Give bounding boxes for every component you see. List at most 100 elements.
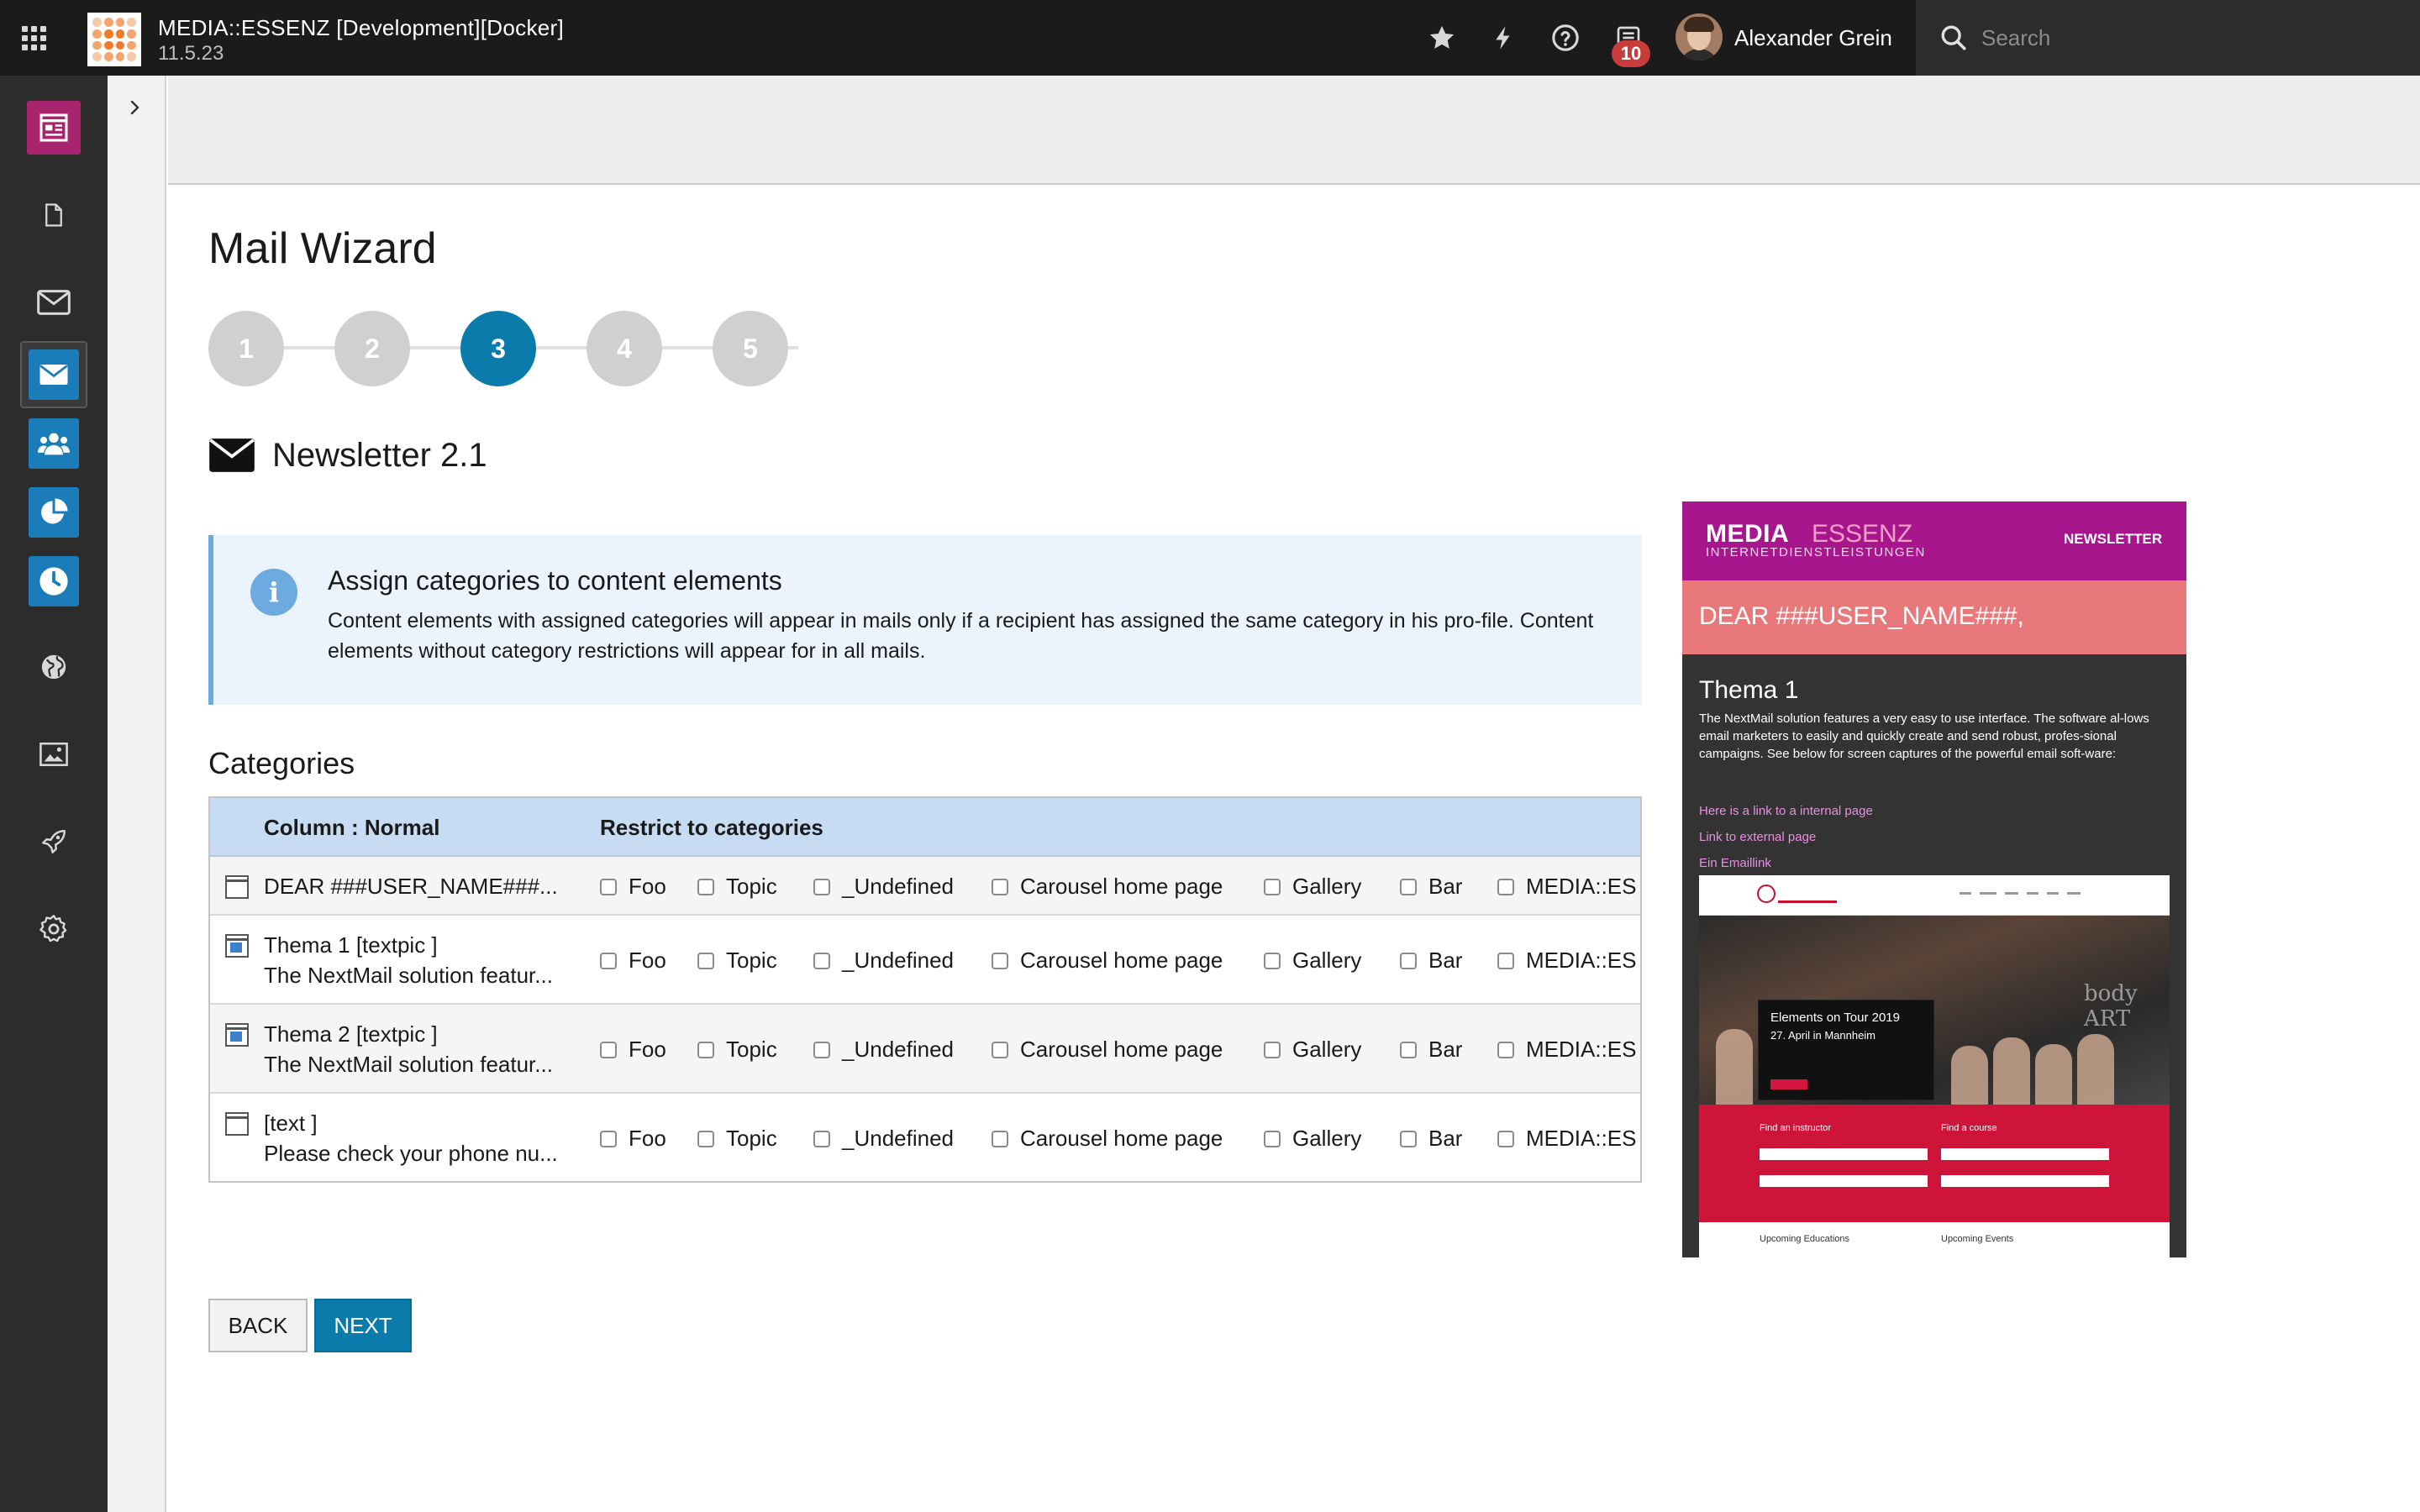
checkbox-carousel[interactable]: Carousel home page	[992, 948, 1223, 974]
checkbox[interactable]	[697, 1130, 714, 1147]
checkbox[interactable]	[600, 878, 617, 895]
module-queue[interactable]	[20, 548, 87, 615]
screenshot-find-course: Find a course	[1941, 1123, 1997, 1133]
checkbox-undefined[interactable]: _Undefined	[813, 1037, 954, 1063]
checkbox[interactable]	[1497, 952, 1514, 969]
checkbox-topic[interactable]: Topic	[697, 1037, 777, 1063]
checkbox[interactable]	[1400, 878, 1417, 895]
module-mail[interactable]	[20, 269, 87, 336]
checkbox[interactable]	[600, 1130, 617, 1147]
module-extensions[interactable]	[20, 808, 87, 875]
checkbox-media-essenz[interactable]: MEDIA::ES	[1497, 948, 1636, 974]
preview-brand-tagline: INTERNETDIENSTLEISTUNGEN	[1706, 545, 1926, 559]
module-statistics[interactable]	[20, 479, 87, 546]
module-sites[interactable]	[20, 633, 87, 701]
checkbox[interactable]	[1400, 1041, 1417, 1058]
checkbox[interactable]	[1264, 1130, 1281, 1147]
app-grid-icon[interactable]	[0, 0, 67, 76]
checkbox-gallery[interactable]: Gallery	[1264, 948, 1361, 974]
avatar[interactable]	[1676, 13, 1723, 60]
image-icon	[27, 727, 81, 781]
star-icon[interactable]	[1424, 20, 1460, 55]
module-settings[interactable]	[20, 895, 87, 963]
checkbox[interactable]	[992, 878, 1008, 895]
checkbox[interactable]	[1264, 1041, 1281, 1058]
module-filelist[interactable]	[20, 721, 87, 788]
checkbox-gallery[interactable]: Gallery	[1264, 874, 1361, 900]
checkbox-topic[interactable]: Topic	[697, 874, 777, 900]
preview-heading: Thema 1	[1699, 676, 1799, 704]
checkbox-bar[interactable]: Bar	[1400, 874, 1462, 900]
checkbox[interactable]	[813, 878, 830, 895]
checkbox-undefined[interactable]: _Undefined	[813, 948, 954, 974]
screenshot-upcoming-events: Upcoming Events	[1941, 1234, 2014, 1244]
checkbox[interactable]	[992, 952, 1008, 969]
checkbox-media-essenz[interactable]: MEDIA::ES	[1497, 874, 1636, 900]
checkbox-undefined[interactable]: _Undefined	[813, 1126, 954, 1152]
checkbox[interactable]	[697, 878, 714, 895]
checkbox[interactable]	[992, 1041, 1008, 1058]
checkbox[interactable]	[1497, 1041, 1514, 1058]
checkbox[interactable]	[1400, 1130, 1417, 1147]
checkbox-carousel[interactable]: Carousel home page	[992, 1037, 1223, 1063]
checkbox[interactable]	[1264, 952, 1281, 969]
checkbox-foo[interactable]: Foo	[600, 1037, 666, 1063]
checkbox-gallery[interactable]: Gallery	[1264, 1037, 1361, 1063]
table-row: Thema 1 [textpic ] The NextMail solution…	[210, 916, 1640, 1005]
module-web-layout[interactable]	[20, 94, 87, 161]
checkbox-bar[interactable]: Bar	[1400, 1126, 1462, 1152]
checkbox-media-essenz[interactable]: MEDIA::ES	[1497, 1126, 1636, 1152]
site-logo[interactable]	[87, 13, 141, 66]
module-page[interactable]	[20, 181, 87, 249]
checkbox[interactable]	[1400, 952, 1417, 969]
checkbox-foo[interactable]: Foo	[600, 1126, 666, 1152]
column-header-restrict: Restrict to categories	[600, 815, 823, 840]
checkbox[interactable]	[600, 1041, 617, 1058]
wizard-step-3[interactable]: 3	[460, 311, 536, 386]
checkbox-media-essenz[interactable]: MEDIA::ES	[1497, 1037, 1636, 1063]
wizard-step-4[interactable]: 4	[587, 311, 662, 386]
module-direct-mail[interactable]	[20, 341, 87, 408]
chevron-right-icon[interactable]	[124, 97, 145, 122]
search-input[interactable]	[1980, 18, 2383, 57]
checkbox-bar[interactable]: Bar	[1400, 1037, 1462, 1063]
help-icon[interactable]	[1548, 20, 1583, 55]
checkbox-topic[interactable]: Topic	[697, 1126, 777, 1152]
checkbox[interactable]	[813, 1041, 830, 1058]
info-callout: i Assign categories to content elements …	[208, 535, 1642, 705]
checkbox-undefined[interactable]: _Undefined	[813, 874, 954, 900]
checkbox-carousel[interactable]: Carousel home page	[992, 1126, 1223, 1152]
checkbox-topic[interactable]: Topic	[697, 948, 777, 974]
checkbox[interactable]	[813, 952, 830, 969]
checkbox-foo[interactable]: Foo	[600, 874, 666, 900]
back-button[interactable]: BACK	[208, 1299, 308, 1352]
checkbox[interactable]	[1497, 878, 1514, 895]
preview-link-internal[interactable]: Here is a link to a internal page	[1699, 804, 1873, 818]
web-layout-icon	[27, 101, 81, 155]
wizard-step-1[interactable]: 1	[208, 311, 284, 386]
wizard-step-5[interactable]: 5	[713, 311, 788, 386]
checkbox[interactable]	[697, 952, 714, 969]
checkbox[interactable]	[600, 952, 617, 969]
user-name[interactable]: Alexander Grein	[1734, 25, 1892, 51]
next-button[interactable]: NEXT	[314, 1299, 412, 1352]
bolt-icon[interactable]	[1486, 20, 1521, 55]
checkbox[interactable]	[1497, 1130, 1514, 1147]
screenshot-nav-graphic	[1757, 885, 2081, 903]
checkbox[interactable]	[813, 1130, 830, 1147]
checkbox[interactable]	[697, 1041, 714, 1058]
module-recipients[interactable]	[20, 410, 87, 477]
wizard-step-2[interactable]: 2	[334, 311, 410, 386]
notification-badge[interactable]: 10	[1612, 40, 1650, 67]
checkbox[interactable]	[992, 1130, 1008, 1147]
search-box[interactable]	[1916, 0, 2420, 76]
row-subtitle: Please check your phone nu...	[264, 1141, 558, 1166]
checkbox-foo[interactable]: Foo	[600, 948, 666, 974]
preview-link-external[interactable]: Link to external page	[1699, 830, 1816, 844]
checkbox-gallery[interactable]: Gallery	[1264, 1126, 1361, 1152]
checkbox-carousel[interactable]: Carousel home page	[992, 874, 1223, 900]
preview-link-email[interactable]: Ein Emaillink	[1699, 856, 1771, 870]
screenshot-event-title: Elements on Tour 2019	[1770, 1011, 1900, 1025]
checkbox[interactable]	[1264, 878, 1281, 895]
checkbox-bar[interactable]: Bar	[1400, 948, 1462, 974]
